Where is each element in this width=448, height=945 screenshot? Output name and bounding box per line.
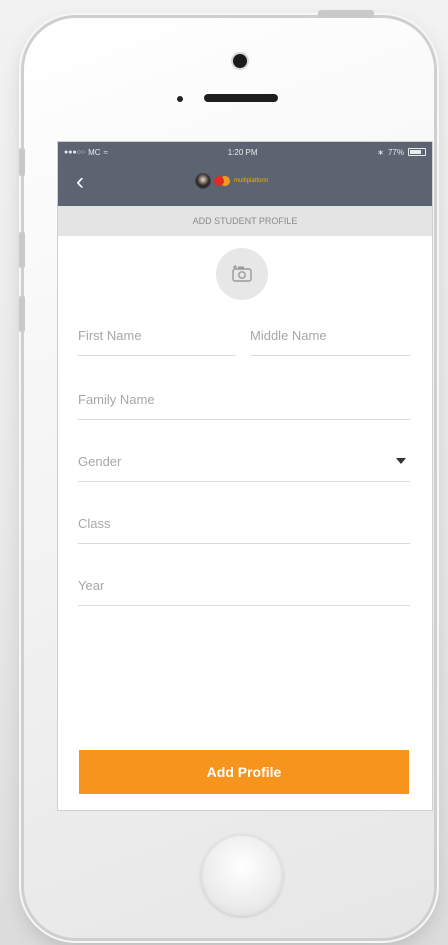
gender-placeholder: Gender	[78, 454, 122, 469]
middle-name-field[interactable]: Middle Name	[250, 316, 410, 356]
family-name-field[interactable]: Family Name	[78, 380, 410, 420]
year-field[interactable]: Year	[78, 566, 410, 606]
wifi-icon: ≈	[103, 147, 108, 157]
volume-up-button	[19, 232, 25, 268]
first-name-placeholder: First Name	[78, 328, 142, 343]
student-profile-form: First Name Middle Name Family Name Gende…	[58, 236, 432, 810]
status-time: 1:20 PM	[227, 147, 258, 157]
class-field[interactable]: Class	[78, 504, 410, 544]
chevron-left-icon[interactable]: ‹	[66, 170, 94, 198]
volume-down-button	[19, 296, 25, 332]
class-placeholder: Class	[78, 516, 111, 531]
battery-icon	[408, 148, 426, 156]
status-right: ∗ 77%	[377, 148, 426, 157]
gender-select[interactable]: Gender	[78, 442, 410, 482]
nav-bar: ‹ multiplatform	[58, 162, 432, 206]
app-screen: ●●●○○ MC ≈ 1:20 PM ∗ 77% ‹ multiplatform…	[58, 142, 432, 810]
proximity-sensor	[177, 96, 183, 102]
carrier-label: MC	[88, 147, 101, 157]
app-logo: multiplatform	[196, 174, 268, 188]
page-title: ADD STUDENT PROFILE	[58, 206, 432, 236]
first-name-field[interactable]: First Name	[78, 316, 236, 356]
caret-down-icon	[396, 458, 406, 464]
front-camera	[233, 54, 247, 68]
signal-icon: ●●●○○	[64, 148, 86, 156]
mute-switch	[19, 148, 25, 176]
status-left: ●●●○○ MC ≈	[64, 148, 108, 157]
bluetooth-icon: ∗	[377, 147, 384, 157]
add-profile-button[interactable]: Add Profile	[79, 750, 409, 794]
middle-name-placeholder: Middle Name	[250, 328, 327, 343]
logo-avatar-icon	[196, 174, 210, 188]
earpiece-speaker	[204, 94, 278, 102]
add-photo-button[interactable]	[216, 248, 268, 300]
home-button[interactable]	[201, 834, 283, 916]
battery-percent: 77%	[387, 147, 404, 157]
year-placeholder: Year	[78, 578, 105, 593]
family-name-placeholder: Family Name	[78, 392, 155, 407]
power-button	[318, 10, 374, 18]
logo-mark-icon	[214, 176, 224, 186]
logo-text: multiplatform	[234, 178, 269, 184]
status-bar: ●●●○○ MC ≈ 1:20 PM ∗ 77%	[58, 142, 432, 162]
camera-add-icon	[232, 265, 252, 282]
